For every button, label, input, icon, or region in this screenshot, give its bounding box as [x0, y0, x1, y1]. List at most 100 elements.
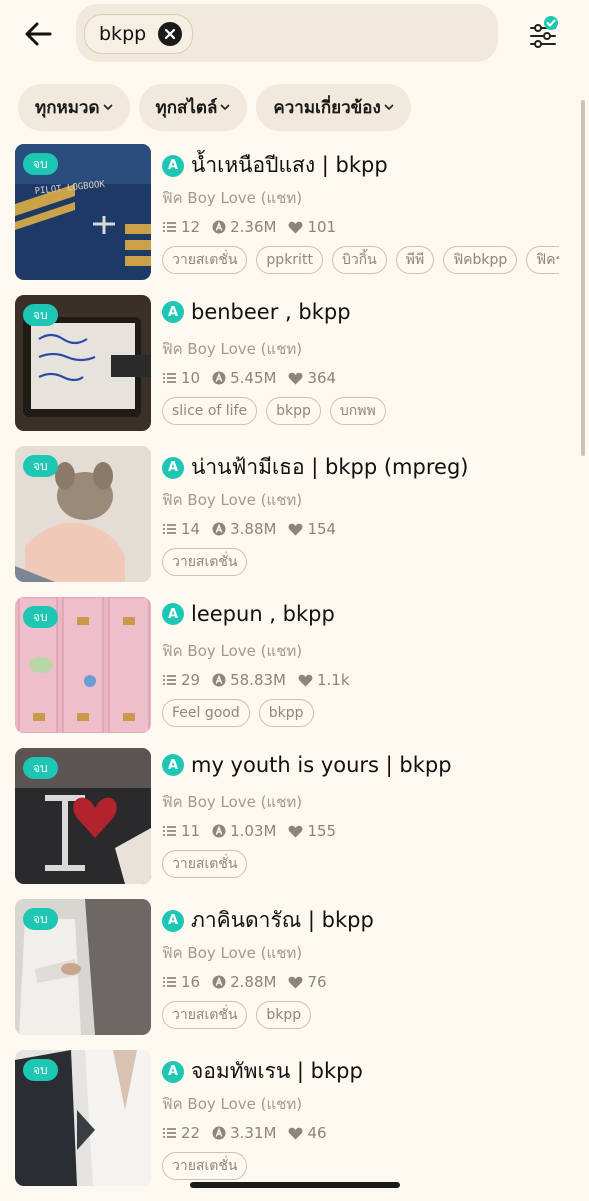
story-category: ฟิค Boy Love (แชท) — [162, 793, 303, 811]
home-indicator[interactable] — [190, 1182, 400, 1188]
title-row: A leepun , bkpp — [162, 602, 335, 626]
view-count: 3.88M — [230, 520, 277, 538]
tag[interactable]: พีพี — [395, 246, 435, 274]
story-category: ฟิค Boy Love (แชท) — [162, 944, 303, 962]
author-a-icon: A — [162, 154, 184, 177]
completed-badge: จบ — [23, 455, 58, 477]
chevron-down-icon — [102, 104, 113, 111]
tag-list: วายสเตชั่น — [162, 548, 559, 576]
views-icon — [212, 522, 226, 536]
tag[interactable]: bkpp — [266, 397, 321, 425]
chevron-down-icon — [220, 104, 230, 111]
tag[interactable]: slice of life — [162, 397, 258, 425]
tag[interactable]: วายสเตชั่น — [162, 1001, 248, 1029]
title-row: A ภาคินดารัณ | bkpp — [162, 904, 374, 937]
completed-badge: จบ — [23, 1059, 58, 1081]
tag[interactable]: บกพพ — [329, 397, 386, 425]
result-item[interactable]: จบ A จอมทัพเรน | bkpp ฟิค Boy Love (แชท)… — [0, 1050, 589, 1201]
heart-icon — [288, 1127, 303, 1139]
list-icon — [163, 826, 176, 836]
sort-filter-label: ความเกี่ยวข้อง — [273, 98, 381, 118]
search-query-chip[interactable]: bkpp — [84, 14, 194, 54]
view-count: 2.88M — [230, 973, 277, 991]
category-filter[interactable]: ทุกหมวด — [18, 84, 130, 131]
tag[interactable]: ppkritt — [256, 246, 323, 274]
tag[interactable]: บิวกิ้น — [331, 246, 387, 274]
list-icon — [163, 222, 176, 232]
story-title[interactable]: น้ำเหนือปีแสง | bkpp — [191, 149, 388, 182]
view-count: 5.45M — [230, 369, 277, 387]
completed-badge: จบ — [23, 757, 58, 779]
tag[interactable]: ฟิคร — [526, 246, 559, 274]
tag-list: วายสเตชั่น ppkritt บิวกิ้น พีพี ฟิคbkpp … — [162, 246, 559, 274]
story-stats: 12 2.36M 101 — [162, 218, 348, 236]
tag[interactable]: Feel good — [162, 699, 250, 727]
result-item[interactable]: จบ A my youth is yours | bkpp ฟิค Boy Lo… — [0, 748, 589, 899]
result-item[interactable]: จบ A benbeer , bkpp ฟิค Boy Love (แชท) 1… — [0, 295, 589, 446]
filter-settings-icon[interactable] — [528, 16, 560, 50]
result-item[interactable]: จบ A leepun , bkpp ฟิค Boy Love (แชท) 29… — [0, 597, 589, 748]
style-filter[interactable]: ทุกสไตล์ — [138, 84, 248, 131]
search-query-text: bkpp — [99, 23, 147, 45]
cover-image: PILOT LOGBOOK จบ — [15, 144, 151, 280]
story-title[interactable]: benbeer , bkpp — [191, 300, 351, 324]
views-icon — [212, 824, 226, 838]
result-item[interactable]: จบ A ภาคินดารัณ | bkpp ฟิค Boy Love (แชท… — [0, 899, 589, 1050]
story-category: ฟิค Boy Love (แชท) — [162, 340, 303, 358]
tag[interactable]: bkpp — [256, 1001, 312, 1029]
author-a-icon: A — [162, 754, 184, 776]
completed-badge: จบ — [23, 606, 58, 628]
author-a-icon: A — [162, 909, 184, 932]
result-item[interactable]: PILOT LOGBOOK จบ A น้ำเหนือปีแสง | bkpp … — [0, 144, 589, 295]
heart-icon — [288, 976, 303, 988]
like-count: 76 — [307, 973, 327, 991]
story-stats: 29 58.83M 1.1k — [162, 671, 362, 689]
heart-icon — [288, 372, 303, 384]
story-title[interactable]: ภาคินดารัณ | bkpp — [191, 904, 374, 937]
story-stats: 14 3.88M 154 — [162, 520, 348, 538]
top-bar: bkpp — [0, 0, 589, 66]
clear-search-icon[interactable] — [158, 22, 183, 46]
like-count: 154 — [307, 520, 337, 538]
tag[interactable]: วายสเตชั่น — [162, 548, 248, 576]
tag[interactable]: วายสเตชั่น — [162, 246, 248, 274]
story-title[interactable]: จอมทัพเรน | bkpp — [191, 1055, 363, 1088]
author-a-icon: A — [162, 301, 184, 323]
story-title[interactable]: my youth is yours | bkpp — [191, 753, 452, 777]
author-a-icon: A — [162, 456, 184, 479]
tag[interactable]: วายสเตชั่น — [162, 1152, 248, 1180]
result-item[interactable]: จบ A น่านฟ้ามีเธอ | bkpp (mpreg) ฟิค Boy… — [0, 446, 589, 597]
story-stats: 22 3.31M 46 — [162, 1124, 339, 1142]
story-title[interactable]: leepun , bkpp — [191, 602, 335, 626]
chevron-down-icon — [384, 104, 394, 111]
style-filter-label: ทุกสไตล์ — [155, 98, 218, 118]
back-arrow-icon[interactable] — [20, 16, 56, 52]
like-count: 46 — [307, 1124, 327, 1142]
cover-image: จบ — [15, 1050, 151, 1186]
views-icon — [212, 673, 226, 687]
story-category: ฟิค Boy Love (แชท) — [162, 491, 303, 509]
filter-bar: ทุกหมวด ทุกสไตล์ ความเกี่ยวข้อง — [18, 84, 411, 131]
views-icon — [212, 975, 226, 989]
list-icon — [163, 977, 176, 987]
completed-badge: จบ — [23, 304, 58, 326]
results-list: PILOT LOGBOOK จบ A น้ำเหนือปีแสง | bkpp … — [0, 144, 589, 1201]
heart-icon — [288, 221, 303, 233]
tag[interactable]: bkpp — [258, 699, 314, 727]
views-icon — [212, 371, 226, 385]
chapter-count: 29 — [181, 671, 201, 689]
search-field[interactable]: bkpp — [76, 4, 498, 62]
view-count: 3.31M — [230, 1124, 277, 1142]
list-icon — [163, 675, 176, 685]
author-a-icon: A — [162, 603, 184, 625]
sort-filter[interactable]: ความเกี่ยวข้อง — [256, 84, 411, 131]
tag[interactable]: วายสเตชั่น — [162, 850, 248, 878]
list-icon — [163, 1128, 176, 1138]
story-stats: 11 1.03M 155 — [162, 822, 348, 840]
story-title[interactable]: น่านฟ้ามีเธอ | bkpp (mpreg) — [191, 451, 468, 484]
chapter-count: 12 — [181, 218, 201, 236]
tag[interactable]: ฟิคbkpp — [443, 246, 518, 274]
tag-list: วายสเตชั่น bkpp — [162, 1001, 559, 1029]
list-icon — [163, 373, 176, 383]
story-category: ฟิค Boy Love (แชท) — [162, 642, 303, 660]
